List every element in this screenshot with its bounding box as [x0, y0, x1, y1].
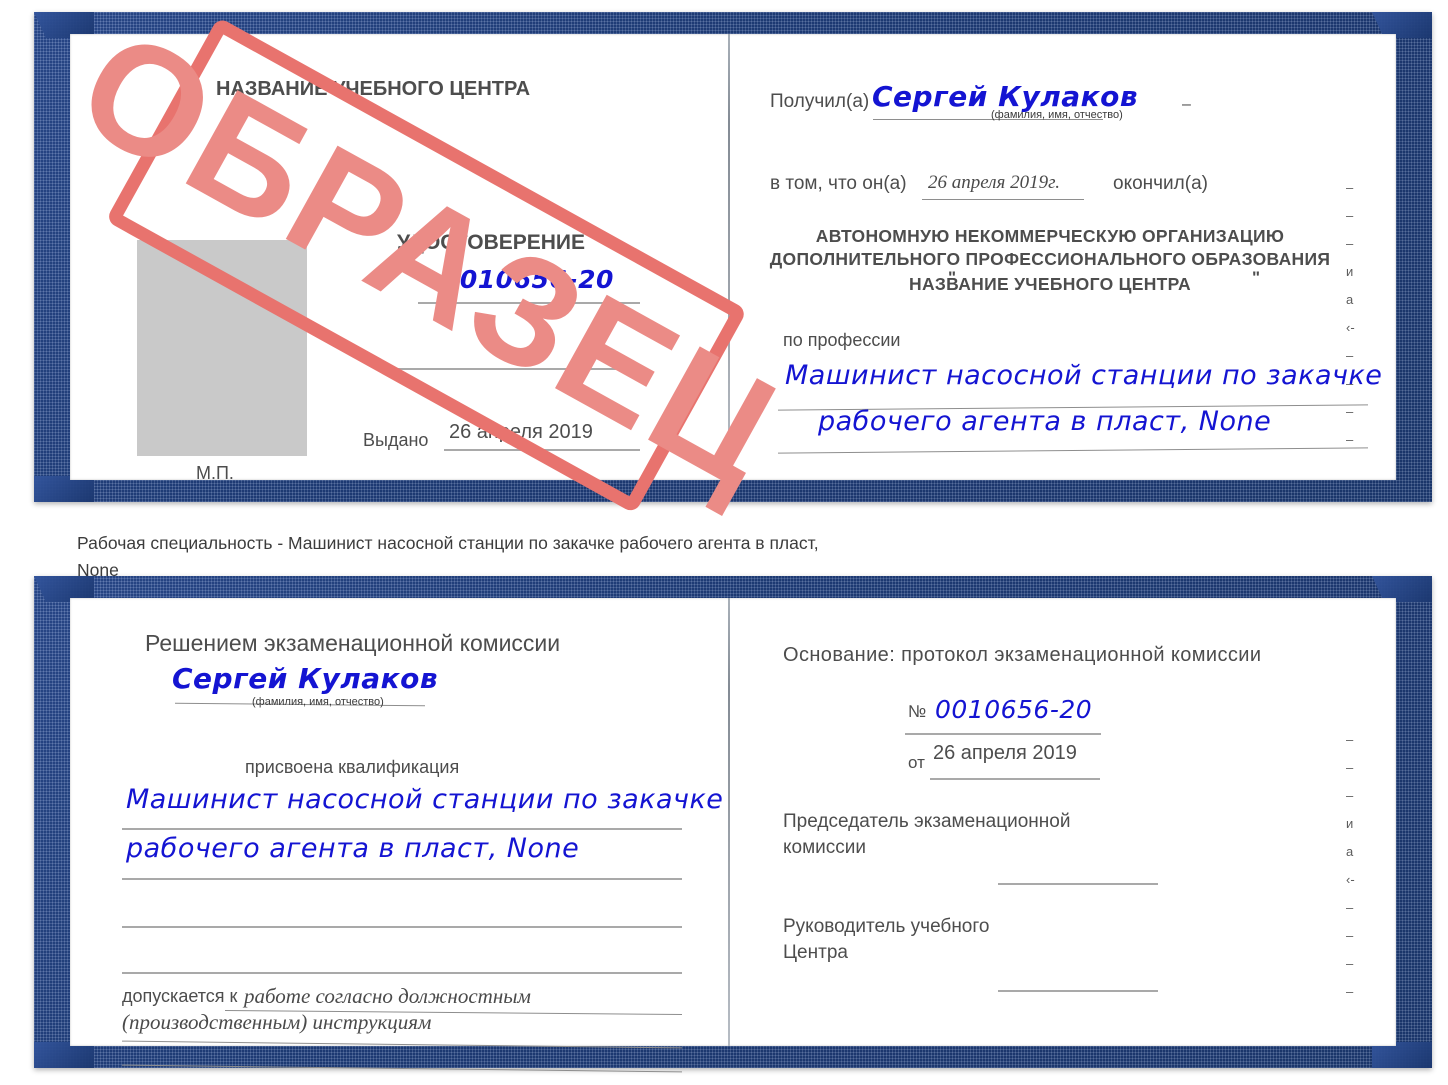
certificate-top-right-page: Получил(а) Сергей Кулаков (фамилия, имя,… [730, 34, 1396, 480]
certificate-number-rule [418, 302, 640, 304]
qualification-value-line-1: Машинист насосной станции по закачке [126, 784, 724, 815]
qualification-rule-3 [122, 926, 682, 928]
received-label: Получил(а) [770, 91, 870, 112]
profession-value-line-2: рабочего агента в пласт, None [818, 406, 1272, 437]
statement-tail: окончил(а) [1113, 173, 1208, 194]
screenshot-root: НАЗВАНИЕ УЧЕБНОГО ЦЕНТРА УДОСТОВЕРЕНИЕ №… [0, 0, 1448, 1085]
profession-rule-2 [778, 447, 1368, 454]
head-label-line-2: Центра [783, 942, 848, 963]
issued-label: Выдано [363, 430, 429, 450]
qualification-label: присвоена квалификация [245, 757, 460, 777]
certificate-bottom: Решением экзаменационной комиссии Сергей… [34, 576, 1432, 1073]
qualification-rule-4 [122, 972, 682, 974]
received-dash: – [1182, 96, 1191, 113]
commission-name-value: Сергей Кулаков [172, 662, 439, 695]
certificate-number-label: № [422, 271, 440, 288]
admission-value-line-1: работе согласно должностным [244, 984, 531, 1008]
chairman-label-line-1: Председатель экзаменационной [783, 811, 1071, 832]
chairman-signature-rule [998, 883, 1158, 885]
protocol-date-label: от [908, 753, 925, 772]
caption-line-1: Рабочая специальность - Машинист насосно… [77, 533, 819, 553]
commission-decision-heading: Решением экзаменационной комиссии [145, 630, 561, 656]
admission-rule-2 [122, 1040, 682, 1049]
training-center-name-top: НАЗВАНИЕ УЧЕБНОГО ЦЕНТРА [216, 78, 531, 100]
organization-quote-close: " [1252, 268, 1261, 287]
admission-prefix: допускается к [122, 986, 238, 1006]
edge-fragments-bottom: – – – и а ‹- – – – – [1346, 732, 1355, 999]
edge-fragments-top: – – – и а ‹- – – – – [1346, 180, 1355, 447]
qualification-value-line-2: рабочего агента в пласт, None [126, 833, 580, 864]
certificate-title: УДОСТОВЕРЕНИЕ [397, 231, 586, 254]
seal-place-label: М.П. [196, 463, 234, 483]
statement-date-rule [922, 199, 1084, 200]
profession-value-line-1: Машинист насосной станции по закачке [785, 360, 1383, 391]
admission-value-line-2: (производственным) инструкциям [122, 1010, 432, 1034]
certificate-bottom-left-page: Решением экзаменационной комиссии Сергей… [70, 598, 728, 1073]
qualification-rule-1 [122, 828, 682, 830]
protocol-date-value: 26 апреля 2019 [933, 742, 1077, 764]
basis-label: Основание: протокол экзаменационной коми… [783, 644, 1262, 666]
blank-rule-1 [386, 368, 640, 370]
protocol-number-value: 0010656-20 [935, 695, 1093, 724]
fio-hint-top: (фамилия, имя, отчество) [991, 109, 1123, 121]
certificate-number-value: 0010656-20 [442, 265, 614, 294]
protocol-number-label: № [908, 702, 927, 721]
fio-hint-bottom: (фамилия, имя, отчество) [252, 696, 384, 708]
organization-line-3: НАЗВАНИЕ УЧЕБНОГО ЦЕНТРА [909, 274, 1191, 294]
statement-date-value: 26 апреля 2019г. [928, 172, 1060, 193]
chairman-label-line-2: комиссии [783, 837, 866, 858]
statement-label: в том, что он(а) [770, 173, 907, 194]
admission-rule-3 [122, 1064, 682, 1073]
issued-value: 26 апреля 2019 [449, 421, 593, 443]
qualification-rule-2 [122, 878, 682, 880]
profession-label: по профессии [783, 330, 901, 350]
organization-line-2: ДОПОЛНИТЕЛЬНОГО ПРОФЕССИОНАЛЬНОГО ОБРАЗО… [769, 249, 1331, 269]
protocol-number-rule [905, 733, 1101, 735]
organization-line-1: АВТОНОМНУЮ НЕКОММЕРЧЕСКУЮ ОРГАНИЗАЦИЮ [815, 226, 1285, 246]
protocol-date-rule [930, 778, 1100, 780]
certificate-top-left-page: НАЗВАНИЕ УЧЕБНОГО ЦЕНТРА УДОСТОВЕРЕНИЕ №… [70, 34, 728, 483]
issued-rule [444, 449, 640, 451]
certificate-bottom-right-page: Основание: протокол экзаменационной коми… [730, 598, 1396, 1046]
head-signature-rule [998, 990, 1158, 992]
certificate-top: НАЗВАНИЕ УЧЕБНОГО ЦЕНТРА УДОСТОВЕРЕНИЕ №… [34, 12, 1432, 502]
photo-placeholder [137, 240, 307, 456]
head-label-line-1: Руководитель учебного [783, 916, 990, 937]
